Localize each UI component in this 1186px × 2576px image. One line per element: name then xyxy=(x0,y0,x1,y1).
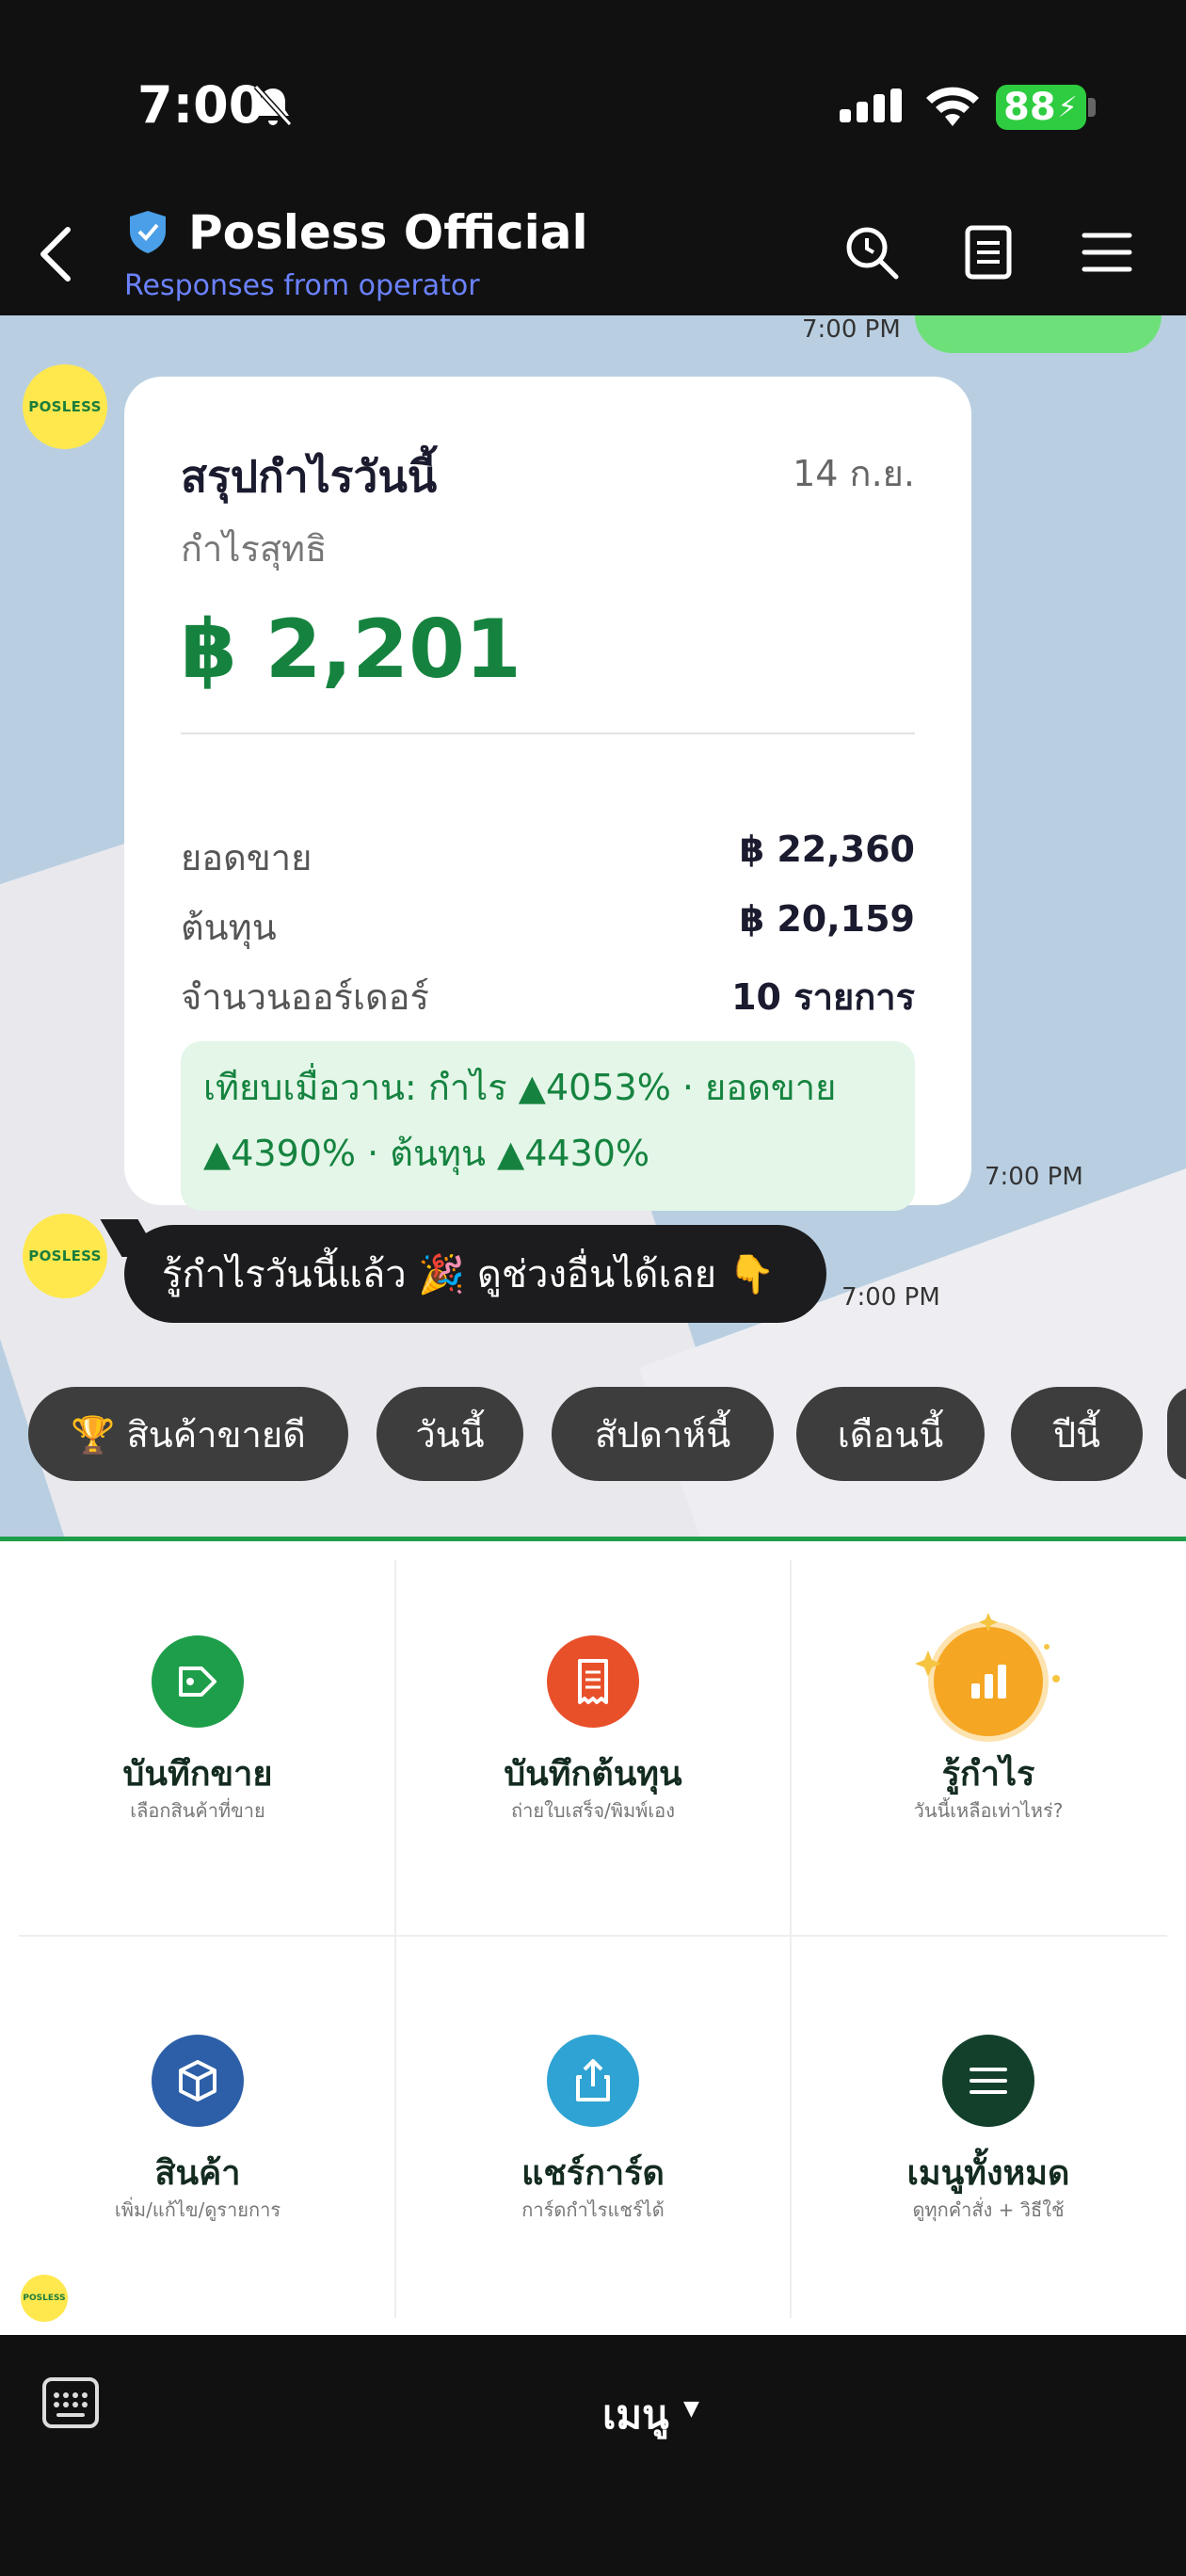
bottom-bar: เมนู ▼ xyxy=(0,2335,1186,2576)
back-arrow-icon[interactable] xyxy=(38,224,75,284)
previous-message-bubble[interactable] xyxy=(915,315,1162,353)
comparison-line: เทียบเมื่อวาน: กำไร ▲4053% · ยอดขาย xyxy=(203,1067,837,1108)
menu-sublabel: ถ่ายใบเสร็จ/พิมพ์เอง xyxy=(511,1799,675,1822)
menu-label: บันทึกต้นทุน xyxy=(504,1755,682,1794)
menu-sublabel: เพิ่ม/แก้ไข/ดูรายการ xyxy=(114,2198,281,2221)
grid-line xyxy=(19,1935,1167,1937)
keyboard-icon[interactable] xyxy=(41,2376,100,2429)
row-value: ฿ 20,159 xyxy=(739,898,915,940)
profit-summary-card[interactable]: สรุปกำไรวันนี้ 14 ก.ย. กำไรสุทธิ ฿ 2,201… xyxy=(124,377,971,1211)
menu-toggle-label[interactable]: เมนู xyxy=(602,2384,669,2446)
net-profit-value: ฿ 2,201 xyxy=(181,603,521,697)
menu-know-profit[interactable]: รู้กำไร วันนี้เหลือเท่าไหร่? xyxy=(791,1541,1186,1918)
rich-menu: บันทึกขาย เลือกสินค้าที่ขาย บันทึกต้นทุน… xyxy=(0,1541,1186,2335)
card-date: 14 ก.ย. xyxy=(793,453,915,494)
quick-reply-today[interactable]: วันนี้ xyxy=(377,1387,523,1481)
notes-icon[interactable] xyxy=(960,224,1017,281)
signal-icon xyxy=(840,89,902,122)
quick-reply-more[interactable] xyxy=(1167,1387,1186,1481)
row-label: ยอดขาย xyxy=(181,837,313,878)
message-timestamp: 7:00 PM xyxy=(841,1283,940,1312)
menu-sublabel: เลือกสินค้าที่ขาย xyxy=(130,1799,265,1822)
menu-share-card[interactable]: แชร์การ์ด การ์ดกำไรแชร์ได้ xyxy=(395,1940,791,2317)
charging-bolt-icon: ⚡ xyxy=(1057,90,1078,124)
menu-icon xyxy=(942,2035,1034,2127)
menu-label: เมนูทั้งหมด xyxy=(906,2154,1070,2193)
verified-shield-icon xyxy=(130,211,166,253)
quick-reply-this-month[interactable]: เดือนนี้ xyxy=(796,1387,985,1481)
message-timestamp: 7:00 PM xyxy=(985,1163,1083,1191)
receipt-icon xyxy=(547,1635,639,1728)
menu-sublabel: การ์ดกำไรแชร์ได้ xyxy=(521,2198,665,2221)
tag-icon xyxy=(152,1635,244,1728)
quick-reply-this-week[interactable]: สัปดาห์นี้ xyxy=(552,1387,774,1481)
chat-title: Posless Official xyxy=(188,205,588,260)
bell-muted-icon xyxy=(253,84,293,127)
sales-row: ยอดขาย ฿ 22,360 xyxy=(181,829,915,885)
message-timestamp: 7:00 PM xyxy=(802,315,901,344)
menu-label: บันทึกขาย xyxy=(122,1755,273,1794)
menu-label: รู้กำไร xyxy=(941,1755,1035,1794)
chat-subtitle: Responses from operator xyxy=(124,269,480,302)
quick-reply-bar: 🏆 สินค้าขายดี วันนี้ สัปดาห์นี้ เดือนนี้… xyxy=(0,1387,1186,1481)
menu-sublabel: ดูทุกคำสั่ง + วิธีใช้ xyxy=(912,2198,1065,2221)
comparison-box: เทียบเมื่อวาน: กำไร ▲4053% · ยอดขาย ▲439… xyxy=(181,1041,915,1211)
battery-level: 88 xyxy=(1003,86,1056,129)
status-bar: 7:00 88 ⚡ xyxy=(0,0,1186,198)
message-bubble[interactable]: รู้กำไรวันนี้แล้ว 🎉 ดูช่วงอื่นได้เลย 👇 xyxy=(124,1225,826,1323)
battery-indicator: 88 ⚡ xyxy=(996,85,1086,130)
menu-record-sale[interactable]: บันทึกขาย เลือกสินค้าที่ขาย xyxy=(0,1541,395,1918)
comparison-line: ▲4390% · ต้นทุน ▲4430% xyxy=(203,1133,650,1174)
battery-tip xyxy=(1088,98,1096,117)
menu-sublabel: วันนี้เหลือเท่าไหร่? xyxy=(913,1799,1064,1822)
avatar: POSLESS xyxy=(21,2275,68,2322)
sparkle-icon xyxy=(915,1613,1060,1682)
box-icon xyxy=(152,2035,244,2127)
menu-record-cost[interactable]: บันทึกต้นทุน ถ่ายใบเสร็จ/พิมพ์เอง xyxy=(395,1541,791,1918)
quick-reply-this-year[interactable]: ปีนี้ xyxy=(1011,1387,1143,1481)
search-icon[interactable] xyxy=(843,224,900,281)
menu-label: แชร์การ์ด xyxy=(521,2154,665,2193)
status-time: 7:00 xyxy=(137,75,264,135)
share-icon xyxy=(547,2035,639,2127)
quick-reply-best-sellers[interactable]: 🏆 สินค้าขายดี xyxy=(28,1387,348,1481)
chevron-down-icon[interactable]: ▼ xyxy=(683,2397,699,2421)
divider xyxy=(181,733,915,734)
avatar[interactable]: POSLESS xyxy=(23,364,107,449)
menu-products[interactable]: สินค้า เพิ่ม/แก้ไข/ดูรายการ xyxy=(0,1940,395,2317)
cost-row: ต้นทุน ฿ 20,159 xyxy=(181,898,915,955)
wifi-icon xyxy=(926,87,979,126)
orders-row: จำนวนออร์เดอร์ 10 รายการ xyxy=(181,968,915,1024)
chat-area[interactable]: 7:00 PM POSLESS สรุปกำไรวันนี้ 14 ก.ย. ก… xyxy=(0,315,1186,1539)
menu-all-commands[interactable]: เมนูทั้งหมด ดูทุกคำสั่ง + วิธีใช้ xyxy=(791,1940,1186,2317)
menu-label: สินค้า xyxy=(154,2154,241,2193)
net-profit-label: กำไรสุทธิ xyxy=(181,528,328,570)
hamburger-menu-icon[interactable] xyxy=(1079,224,1135,281)
row-label: ต้นทุน xyxy=(181,907,277,948)
card-title: สรุปกำไรวันนี้ xyxy=(181,451,438,502)
chat-header: Posless Official Responses from operator xyxy=(0,198,1186,315)
row-value: ฿ 22,360 xyxy=(739,829,915,870)
row-label: จำนวนออร์เดอร์ xyxy=(181,976,429,1018)
avatar[interactable]: POSLESS xyxy=(23,1214,107,1298)
row-value: 10 รายการ xyxy=(731,976,915,1018)
